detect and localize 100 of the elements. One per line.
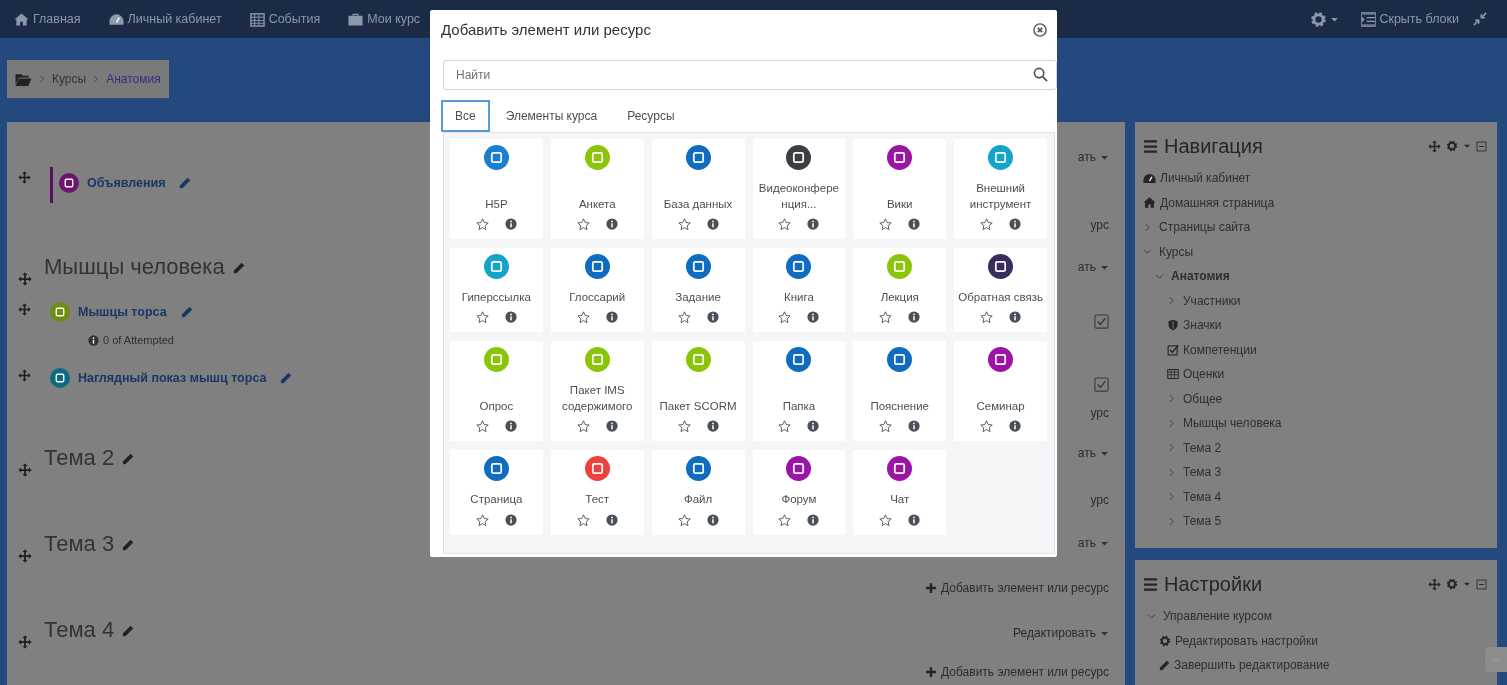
activity-card[interactable]: Опрос xyxy=(450,341,543,442)
activity-card[interactable]: Обратная связь xyxy=(954,248,1047,333)
activity-card[interactable]: Гиперссылка xyxy=(450,248,543,333)
star-icon[interactable] xyxy=(677,311,691,325)
move-icon[interactable] xyxy=(18,303,31,316)
activity-card[interactable]: Тест xyxy=(550,450,644,535)
info-icon[interactable] xyxy=(504,218,517,231)
completion-icon[interactable] xyxy=(1094,313,1109,329)
completion-icon[interactable] xyxy=(1094,376,1109,392)
tree-item[interactable]: Тема 3 xyxy=(1167,460,1487,485)
tree-item[interactable]: Тема 4 xyxy=(1167,484,1487,509)
tree-item[interactable]: Курсы xyxy=(1143,239,1487,264)
move-icon[interactable] xyxy=(1428,577,1441,591)
pencil-icon[interactable] xyxy=(232,262,245,274)
activity-card[interactable]: Пакет IMS содержимого xyxy=(550,341,644,442)
search-field[interactable]: Найти xyxy=(443,60,1057,90)
pencil-icon[interactable] xyxy=(122,539,135,551)
info-icon[interactable] xyxy=(605,218,618,231)
close-icon[interactable] xyxy=(1033,23,1047,37)
star-icon[interactable] xyxy=(677,420,691,434)
hide-blocks-link[interactable]: Скрыть блоки xyxy=(1361,9,1459,29)
star-icon[interactable] xyxy=(475,311,489,325)
activity-link[interactable]: Объявления xyxy=(87,173,166,193)
edit-menu-button[interactable]: ать xyxy=(1077,257,1109,277)
edit-menu-button[interactable]: Редактировать xyxy=(1013,623,1109,643)
info-icon[interactable] xyxy=(1009,311,1022,324)
move-icon[interactable] xyxy=(18,369,31,382)
star-icon[interactable] xyxy=(980,420,994,434)
activity-link[interactable]: Мышцы торса xyxy=(78,302,167,322)
activity-card[interactable]: Глоссарий xyxy=(550,248,644,333)
move-icon[interactable] xyxy=(18,272,32,286)
info-icon[interactable] xyxy=(504,311,517,324)
tree-item[interactable]: Домашняя страница xyxy=(1143,190,1487,215)
edit-menu-button[interactable]: ать xyxy=(1077,443,1109,463)
star-icon[interactable] xyxy=(778,311,792,325)
info-icon[interactable] xyxy=(504,513,517,526)
star-icon[interactable] xyxy=(576,218,590,232)
star-icon[interactable] xyxy=(475,218,489,232)
collapse-icon[interactable] xyxy=(1476,140,1487,152)
activity-card[interactable]: Вики xyxy=(853,139,947,240)
info-icon[interactable] xyxy=(605,420,618,433)
info-icon[interactable] xyxy=(706,218,719,231)
settings-icon[interactable] xyxy=(1446,578,1458,590)
tree-item[interactable]: Мышцы человека xyxy=(1167,411,1487,436)
info-icon[interactable] xyxy=(504,420,517,433)
star-icon[interactable] xyxy=(677,513,691,527)
pencil-icon[interactable] xyxy=(280,372,293,384)
move-icon[interactable] xyxy=(18,549,32,563)
info-icon[interactable] xyxy=(908,311,921,324)
nav-link[interactable]: Личный кабинет xyxy=(108,9,222,29)
activity-card[interactable]: Задание xyxy=(651,248,745,333)
star-icon[interactable] xyxy=(576,513,590,527)
nav-link[interactable]: События xyxy=(249,9,321,29)
info-icon[interactable] xyxy=(807,218,820,231)
star-icon[interactable] xyxy=(778,420,792,434)
info-icon[interactable] xyxy=(706,513,719,526)
tree-item[interactable]: Тема 5 xyxy=(1167,509,1487,534)
star-icon[interactable] xyxy=(475,420,489,434)
star-icon[interactable] xyxy=(879,420,893,434)
add-activity-link[interactable]: урс xyxy=(1090,215,1109,235)
activity-card[interactable]: Форум xyxy=(752,450,846,535)
tab[interactable]: Все xyxy=(441,100,490,132)
info-icon[interactable] xyxy=(706,311,719,324)
activity-card[interactable]: Пояснение xyxy=(853,341,947,442)
tab[interactable]: Ресурсы xyxy=(613,100,689,132)
edit-menu-button[interactable]: ать xyxy=(1077,147,1109,167)
compress-icon[interactable] xyxy=(1473,12,1487,26)
info-icon[interactable] xyxy=(1009,420,1022,433)
caret-icon[interactable] xyxy=(1463,580,1471,588)
star-icon[interactable] xyxy=(980,311,994,325)
tree-item[interactable]: Значки xyxy=(1167,313,1487,338)
info-icon[interactable] xyxy=(807,311,820,324)
tree-item[interactable]: Тема 2 xyxy=(1167,435,1487,460)
activity-card[interactable]: База данных xyxy=(651,139,745,240)
tree-item[interactable]: Компетенции xyxy=(1167,337,1487,362)
edit-menu-button[interactable]: ать xyxy=(1077,533,1109,553)
nav-link[interactable]: Главная xyxy=(14,9,81,29)
move-icon[interactable] xyxy=(18,171,31,184)
menu-icon[interactable] xyxy=(1143,138,1158,154)
activity-card[interactable]: Анкета xyxy=(550,139,644,240)
add-activity-link[interactable]: урс xyxy=(1090,403,1109,423)
search-icon[interactable] xyxy=(1033,67,1048,82)
star-icon[interactable] xyxy=(677,218,691,232)
activity-card[interactable]: Семинар xyxy=(954,341,1047,442)
star-icon[interactable] xyxy=(778,218,792,232)
star-icon[interactable] xyxy=(576,420,590,434)
add-activity-link[interactable]: урс xyxy=(1090,490,1109,510)
pencil-icon[interactable] xyxy=(122,625,135,637)
star-icon[interactable] xyxy=(576,311,590,325)
move-icon[interactable] xyxy=(18,463,32,477)
info-icon[interactable] xyxy=(706,420,719,433)
info-icon[interactable] xyxy=(908,420,921,433)
activity-card[interactable]: Видеоконференция... xyxy=(752,139,846,240)
info-icon[interactable] xyxy=(908,513,921,526)
star-icon[interactable] xyxy=(475,513,489,527)
tree-item[interactable]: Страницы сайта xyxy=(1143,215,1487,240)
activity-card[interactable]: Папка xyxy=(752,341,846,442)
add-activity-link[interactable]: Добавить элемент или ресурс xyxy=(925,578,1109,598)
pencil-icon[interactable] xyxy=(179,177,192,189)
star-icon[interactable] xyxy=(879,513,893,527)
